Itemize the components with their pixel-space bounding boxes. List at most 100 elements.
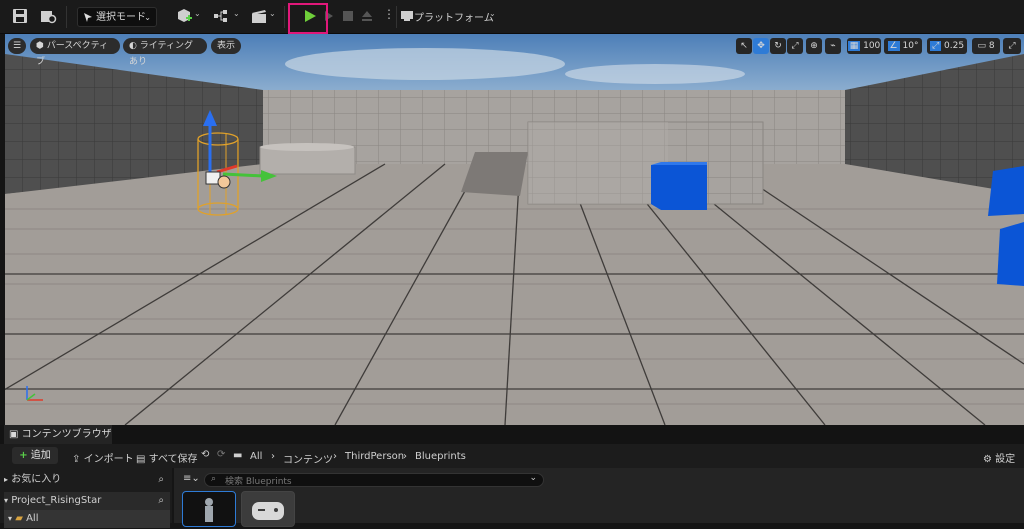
content-browser-tabbar bbox=[0, 425, 1024, 444]
save-icon: ▤ bbox=[136, 454, 146, 465]
surface-snap-icon[interactable]: ⌁ bbox=[825, 38, 841, 54]
favorites-label: お気に入り bbox=[11, 474, 62, 485]
perspective-icon: ⬢ bbox=[36, 41, 47, 51]
blue-cube bbox=[997, 222, 1024, 286]
settings-label: 設定 bbox=[995, 454, 1016, 465]
scale-tool-icon[interactable]: ⤢ bbox=[787, 38, 803, 54]
grid-snap-icon: ▦ bbox=[847, 41, 861, 51]
folder-icon: ▬ bbox=[233, 450, 243, 461]
floor bbox=[5, 164, 1024, 425]
chevron-down-icon: ⌄ bbox=[144, 13, 151, 22]
lighting-icon: ◐ bbox=[129, 41, 140, 51]
more-options-icon[interactable]: ⋮ bbox=[383, 7, 395, 21]
import-label: インポート bbox=[83, 454, 134, 465]
chevron-down-icon: ⌄ bbox=[233, 9, 240, 18]
search-icon: ⌕ bbox=[211, 474, 217, 484]
scene-render bbox=[5, 34, 1024, 425]
scale-snap-toggle[interactable]: ⤢ 0.25 bbox=[927, 38, 967, 54]
scale-snap-icon: ⤢ bbox=[929, 41, 942, 51]
import-icon: ⇪ bbox=[72, 454, 81, 465]
import-button[interactable]: ⇪ インポート bbox=[72, 450, 134, 465]
breadcrumb-blueprints[interactable]: Blueprints bbox=[415, 451, 466, 462]
chevron-down-icon: ⌄ bbox=[489, 9, 496, 18]
project-label: Project_RisingStar bbox=[11, 495, 102, 506]
plus-icon: + bbox=[19, 450, 28, 461]
content-browser-icon: ▣ bbox=[9, 429, 19, 440]
stop-icon[interactable] bbox=[342, 10, 354, 22]
cinematics-icon[interactable] bbox=[250, 7, 268, 25]
asset-search-input[interactable]: ⌕ 検索 Blueprints ⌄ bbox=[204, 473, 544, 487]
platform-icon bbox=[401, 11, 413, 21]
search-placeholder: 検索 Blueprints bbox=[225, 477, 292, 487]
search-icon[interactable]: ⌕ bbox=[158, 492, 164, 510]
rotation-snap-toggle[interactable]: ∠ 10° bbox=[884, 38, 922, 54]
chevron-down-icon: ▾ bbox=[4, 496, 9, 505]
blue-cube bbox=[988, 166, 1024, 216]
content-browser-tab[interactable]: ▣ コンテンツブラウザ × bbox=[4, 425, 112, 459]
scale-snap-value: 0.25 bbox=[944, 41, 965, 51]
content-browser-tab-label: コンテンツブラウザ bbox=[21, 429, 112, 440]
filter-icon[interactable]: ≡⌄ bbox=[183, 473, 200, 484]
platform-dropdown[interactable]: プラットフォーム bbox=[414, 9, 494, 24]
breadcrumb-separator: › bbox=[333, 451, 337, 462]
chevron-down-icon: ▾ bbox=[8, 514, 13, 523]
show-button[interactable]: 表示 bbox=[211, 38, 241, 54]
chevron-down-icon: ⌄ bbox=[529, 473, 537, 483]
grid-snap-toggle[interactable]: ▦ 100 bbox=[847, 38, 881, 54]
add-label: 追加 bbox=[30, 450, 51, 461]
chevron-down-icon: ⌄ bbox=[269, 9, 276, 18]
level-viewport[interactable]: ☰ ⬢ パースペクティブ ◐ ライティングあり 表示 ↖ ✥ ↻ ⤢ ⊕ ⌁ ▦… bbox=[5, 34, 1024, 425]
translate-tool-icon[interactable]: ✥ bbox=[753, 38, 769, 54]
add-button[interactable]: + 追加 bbox=[12, 447, 58, 464]
grid-snap-value: 100 bbox=[863, 41, 881, 51]
asset-thumbnail-gamemode[interactable] bbox=[241, 491, 295, 527]
add-actor-icon[interactable] bbox=[175, 7, 193, 25]
breadcrumb-separator: › bbox=[271, 451, 275, 462]
play-button-highlight bbox=[288, 3, 328, 34]
content-drawer-icon[interactable] bbox=[39, 7, 57, 25]
breadcrumb-separator: › bbox=[403, 451, 407, 462]
blueprint-icon[interactable] bbox=[213, 7, 231, 25]
perspective-button[interactable]: ⬢ パースペクティブ bbox=[30, 38, 120, 67]
eject-icon[interactable] bbox=[361, 10, 373, 22]
viewport-menu-button[interactable]: ☰ bbox=[8, 38, 26, 54]
angle-icon: ∠ bbox=[887, 41, 900, 51]
project-section[interactable]: ▾ Project_RisingStar ⌕ bbox=[4, 492, 170, 510]
chevron-right-icon: ▸ bbox=[4, 475, 9, 484]
folder-icon: ▰ bbox=[15, 513, 23, 524]
save-all-label: すべて保存 bbox=[148, 454, 198, 465]
breadcrumb-thirdperson[interactable]: ThirdPerson bbox=[345, 451, 404, 462]
show-label: 表示 bbox=[217, 41, 236, 51]
sources-panel: ▸ お気に入り ⌕ ▾ Project_RisingStar ⌕ ▾ ▰ All bbox=[0, 468, 172, 528]
settings-button[interactable]: ⚙ 設定 bbox=[983, 450, 1015, 465]
cursor-icon bbox=[84, 13, 92, 22]
select-tool-icon[interactable]: ↖ bbox=[736, 38, 752, 54]
rotation-snap-value: 10° bbox=[902, 41, 919, 51]
save-all-button[interactable]: ▤ すべて保存 bbox=[136, 450, 198, 465]
gear-icon: ⚙ bbox=[983, 454, 992, 465]
folder-item-all[interactable]: ▾ ▰ All bbox=[4, 510, 170, 528]
breadcrumb-all[interactable]: All bbox=[250, 451, 262, 462]
rotate-tool-icon[interactable]: ↻ bbox=[770, 38, 786, 54]
history-forward-icon[interactable]: ⟳ bbox=[217, 449, 225, 460]
lighting-button[interactable]: ◐ ライティングあり bbox=[123, 38, 207, 67]
gamepad-icon bbox=[252, 502, 284, 520]
chevron-down-icon: ⌄ bbox=[194, 9, 201, 18]
maximize-viewport-icon[interactable]: ⤢ bbox=[1003, 38, 1021, 54]
camera-speed-value: 8 bbox=[988, 41, 995, 51]
blue-cube bbox=[651, 165, 707, 210]
folder-label: All bbox=[26, 513, 39, 524]
favorites-section[interactable]: ▸ お気に入り ⌕ bbox=[4, 471, 170, 489]
main-toolbar: 選択モード ⌄ ⌄ ⌄ ⌄ ⋮ プラットフォーム ⌄ bbox=[0, 0, 1024, 34]
history-back-icon[interactable]: ⟲ bbox=[201, 449, 209, 460]
camera-icon: ▭ bbox=[977, 41, 986, 51]
search-icon[interactable]: ⌕ bbox=[158, 471, 164, 489]
selection-mode-dropdown[interactable]: 選択モード ⌄ bbox=[77, 7, 157, 27]
world-space-icon[interactable]: ⊕ bbox=[806, 38, 822, 54]
mannequin-icon bbox=[205, 498, 213, 522]
selection-mode-label: 選択モード bbox=[96, 12, 146, 23]
save-icon[interactable] bbox=[11, 7, 29, 25]
camera-speed-button[interactable]: ▭ 8 bbox=[972, 38, 1000, 54]
breadcrumb-content[interactable]: コンテンツ bbox=[283, 451, 333, 466]
asset-thumbnail-character[interactable] bbox=[182, 491, 236, 527]
